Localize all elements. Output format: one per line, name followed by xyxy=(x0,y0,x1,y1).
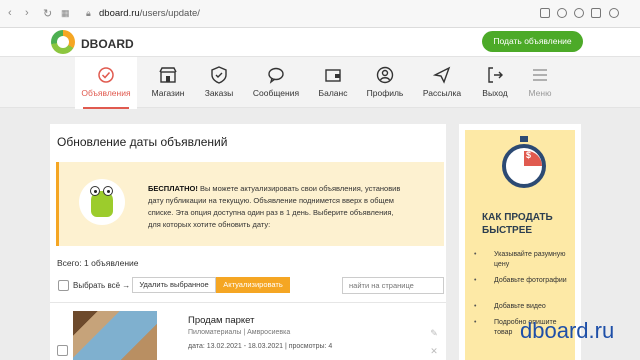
nav-label: Меню xyxy=(528,88,552,98)
listing-thumbnail[interactable] xyxy=(73,311,157,360)
nav-item-profile[interactable]: Профиль xyxy=(354,57,416,109)
select-all-label[interactable]: Выбрать всё → xyxy=(73,281,130,290)
brand-name[interactable]: DBOARD xyxy=(81,37,134,51)
select-all-checkbox[interactable] xyxy=(58,280,69,291)
address-bar[interactable]: dboard.ru/users/update/ xyxy=(99,8,200,19)
total-count: Всего: 1 объявление xyxy=(57,258,139,268)
listing-row: Продам паркет Пиломатериалы | Амвросиевк… xyxy=(50,302,446,360)
nav-item-messages[interactable]: Сообщения xyxy=(245,57,307,109)
promo-bold: БЕСПЛАТНО! xyxy=(148,184,198,193)
reload-icon[interactable]: ↻ xyxy=(43,7,52,20)
apps-icon[interactable]: ▦ xyxy=(61,8,70,19)
account-icon[interactable] xyxy=(609,8,619,18)
tip-text: Добавьте видео xyxy=(494,303,546,310)
nav-label: Профиль xyxy=(366,88,404,98)
tips-title: КАК ПРОДАТЬ БЫСТРЕЕ xyxy=(482,212,553,236)
block-icon[interactable] xyxy=(557,8,567,18)
tip-text: Добавьте фотографии xyxy=(494,277,567,284)
nav-item-ads[interactable]: Объявления xyxy=(75,57,137,109)
nav-item-orders[interactable]: Заказы xyxy=(188,57,250,109)
logo-icon[interactable] xyxy=(51,30,75,54)
delete-icon[interactable]: ✕ xyxy=(428,345,440,357)
close-circle-icon[interactable] xyxy=(574,8,584,18)
bulk-toolbar: Выбрать всё → Удалить выбранное Актуализ… xyxy=(57,277,444,295)
nav-label: Заказы xyxy=(204,88,234,98)
listing-title[interactable]: Продам паркет xyxy=(188,315,254,326)
logout-icon xyxy=(488,67,503,83)
tip-item: Добавьте видео xyxy=(474,302,572,312)
back-arrow-icon[interactable]: ‹ xyxy=(8,7,12,19)
stopwatch-icon: $ xyxy=(502,144,546,188)
listing-checkbox[interactable] xyxy=(57,345,68,356)
main-panel: Обновление даты объявлений БЕСПЛАТНО! Вы… xyxy=(50,124,446,360)
wallet-icon xyxy=(325,69,341,82)
star-icon[interactable] xyxy=(591,8,601,18)
menu-icon xyxy=(533,69,547,81)
tip-text: Указывайте разумную цену xyxy=(494,251,566,268)
watermark: dboard.ru xyxy=(520,318,615,343)
mascot-icon xyxy=(79,179,125,225)
tip-item: Указывайте разумную цену xyxy=(474,250,572,270)
active-indicator xyxy=(83,107,129,109)
listing-category: Пиломатериалы | Амвросиевка xyxy=(188,329,291,336)
stopwatch-button xyxy=(520,136,528,142)
camera-icon[interactable] xyxy=(540,8,550,18)
page-search-input[interactable] xyxy=(342,277,444,294)
nav-label: Объявления xyxy=(81,88,131,98)
url-host: dboard.ru xyxy=(99,8,140,19)
page-title: Обновление даты объявлений xyxy=(57,135,228,149)
lock-icon: 🔒︎ xyxy=(86,8,91,18)
forward-arrow-icon[interactable]: › xyxy=(25,7,29,19)
nav-item-menu[interactable]: Меню xyxy=(509,57,571,109)
chat-icon xyxy=(268,67,284,84)
check-circle-icon xyxy=(98,67,114,83)
url-path: /users/update/ xyxy=(139,8,200,19)
listing-dates: дата: 13.02.2021 - 18.03.2021 | просмотр… xyxy=(188,343,333,350)
site-header: DBOARD Подать объявление xyxy=(0,28,640,56)
edit-icon[interactable]: ✎ xyxy=(428,327,440,339)
user-icon xyxy=(376,66,394,84)
store-icon xyxy=(159,67,177,83)
main-nav: Объявления Магазин Заказы Сообщения Бала… xyxy=(0,56,640,109)
update-button[interactable]: Актуализировать xyxy=(216,277,290,293)
post-ad-button[interactable]: Подать объявление xyxy=(482,31,583,52)
paper-plane-icon xyxy=(433,66,451,84)
nav-label: Сообщения xyxy=(252,88,300,98)
browser-toolbar: ‹ › ↻ ▦ 🔒︎ dboard.ru/users/update/ xyxy=(0,0,640,28)
tip-item: Добавьте фотографии xyxy=(474,276,572,286)
shield-icon xyxy=(211,66,227,84)
promo-text: БЕСПЛАТНО! Вы можете актуализировать сво… xyxy=(148,183,406,231)
delete-selected-button[interactable]: Удалить выбранное xyxy=(132,277,216,293)
promo-banner: БЕСПЛАТНО! Вы можете актуализировать сво… xyxy=(56,162,444,246)
